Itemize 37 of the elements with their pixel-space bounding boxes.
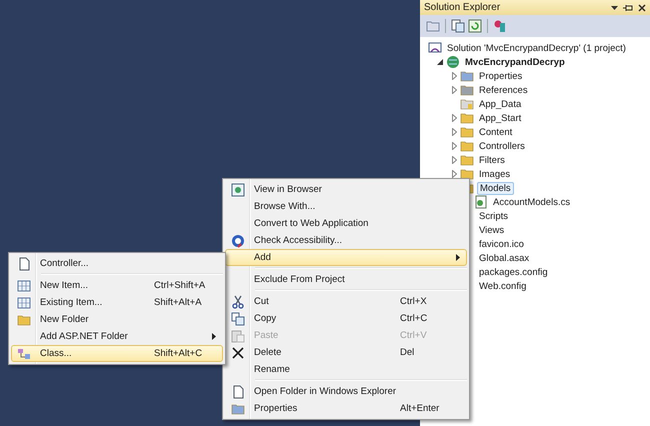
- menu-item[interactable]: Open Folder in Windows Explorer: [225, 383, 467, 400]
- tree-item[interactable]: AccountModels.cs: [491, 196, 572, 208]
- menu-item[interactable]: New Folder: [11, 311, 223, 328]
- menu-item[interactable]: New Item... Ctrl+Shift+A: [11, 277, 223, 294]
- menu-item[interactable]: Add: [225, 249, 467, 266]
- menu-item[interactable]: Browse With...: [225, 198, 467, 215]
- menu-item[interactable]: Class... Shift+Alt+C: [11, 345, 223, 362]
- menu-item[interactable]: Controller...: [11, 255, 223, 272]
- tree-item[interactable]: Content: [477, 126, 514, 138]
- menu-item[interactable]: Check Accessibility...: [225, 232, 467, 249]
- menu-item[interactable]: View in Browser: [225, 181, 467, 198]
- menu-item[interactable]: Cut Ctrl+X: [225, 293, 467, 310]
- tree-item[interactable]: Global.asax: [477, 252, 532, 264]
- menu-item[interactable]: Copy Ctrl+C: [225, 310, 467, 327]
- tree-item[interactable]: References: [477, 84, 530, 96]
- tree-item[interactable]: Solution 'MvcEncrypandDecryp' (1 project): [445, 42, 628, 54]
- menu-item[interactable]: Rename: [225, 361, 467, 378]
- tree-item[interactable]: Web.config: [477, 280, 528, 292]
- tree-item[interactable]: Controllers: [477, 140, 527, 152]
- tree-item[interactable]: favicon.ico: [477, 238, 526, 250]
- tree-item[interactable]: Filters: [477, 154, 507, 166]
- menu-item[interactable]: Delete Del: [225, 344, 467, 361]
- menu-item[interactable]: Properties Alt+Enter: [225, 400, 467, 417]
- tree-item[interactable]: Images: [477, 168, 512, 180]
- tree-item[interactable]: MvcEncrypandDecryp: [463, 56, 567, 68]
- menu-item[interactable]: Convert to Web Application: [225, 215, 467, 232]
- menu-item[interactable]: Exclude From Project: [225, 271, 467, 288]
- tree-item[interactable]: Scripts: [477, 210, 510, 222]
- tree-item[interactable]: Views: [477, 224, 506, 236]
- tree-item[interactable]: App_Data: [477, 98, 524, 110]
- menu-item[interactable]: Existing Item... Shift+Alt+A: [11, 294, 223, 311]
- tree-item[interactable]: Models: [477, 182, 514, 194]
- tree-item[interactable]: App_Start: [477, 112, 524, 124]
- panel-title: Solution Explorer: [424, 2, 500, 13]
- tree-item[interactable]: packages.config: [477, 266, 550, 278]
- tree-item[interactable]: Properties: [477, 70, 524, 82]
- menu-item[interactable]: Add ASP.NET Folder: [11, 328, 223, 345]
